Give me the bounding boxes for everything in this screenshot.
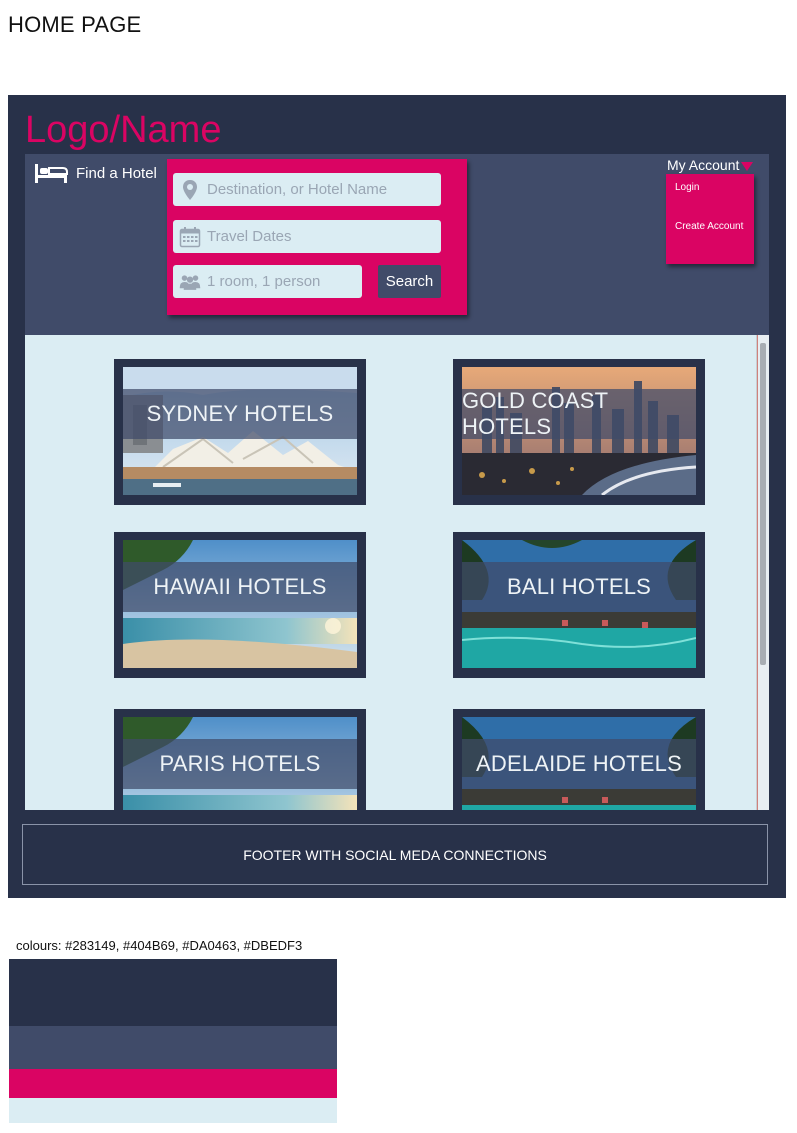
destination-card-sydney[interactable]: SYDNEY HOTELS <box>114 359 366 505</box>
site-frame: Logo/Name Find a Hotel Destination, or H… <box>8 95 786 898</box>
guests-input[interactable]: 1 room, 1 person <box>173 265 362 298</box>
bed-icon <box>35 164 68 183</box>
destination-card-label: GOLD COAST HOTELS <box>462 388 696 439</box>
destination-card-adelaide[interactable]: ADELAIDE HOTELS <box>453 709 705 810</box>
destination-card-label: HAWAII HOTELS <box>123 562 357 612</box>
swatch-slate <box>9 1026 337 1069</box>
guests-placeholder: 1 room, 1 person <box>207 273 321 290</box>
travel-dates-input[interactable]: Travel Dates <box>173 220 441 253</box>
menu-item-create-account[interactable]: Create Account <box>675 221 743 232</box>
location-pin-icon <box>179 179 201 201</box>
site-logo[interactable]: Logo/Name <box>25 109 221 152</box>
page-heading: HOME PAGE <box>8 12 142 37</box>
swatch-magenta <box>9 1069 337 1098</box>
destination-card-gold-coast[interactable]: GOLD COAST HOTELS <box>453 359 705 505</box>
swatch-light-blue <box>9 1098 337 1123</box>
search-panel: Destination, or Hotel Name Travel Dates … <box>167 159 467 315</box>
destination-card-label: PARIS HOTELS <box>123 739 357 789</box>
footer: FOOTER WITH SOCIAL MEDA CONNECTIONS <box>22 824 768 885</box>
palette-label: colours: #283149, #404B69, #DA0463, #DBE… <box>16 938 303 953</box>
destination-card-label: SYDNEY HOTELS <box>123 389 357 439</box>
people-icon <box>179 271 201 293</box>
destination-placeholder: Destination, or Hotel Name <box>207 181 388 198</box>
find-hotel-label: Find a Hotel <box>76 164 157 182</box>
destination-card-bali[interactable]: BALI HOTELS <box>453 532 705 678</box>
account-dropdown-menu: Login Create Account <box>666 174 754 264</box>
my-account-toggle[interactable]: My Account <box>667 157 754 173</box>
destinations-grid: SYDNEY HOTELS GOLD COAST HOTELS HAWAII H… <box>25 335 769 810</box>
destination-card-hawaii[interactable]: HAWAII HOTELS <box>114 532 366 678</box>
destination-card-paris[interactable]: PARIS HOTELS <box>114 709 366 810</box>
scrollbar-thumb[interactable] <box>760 343 766 665</box>
calendar-icon <box>179 226 201 248</box>
destination-card-label: BALI HOTELS <box>462 562 696 612</box>
search-button[interactable]: Search <box>378 265 441 298</box>
scrollbar-edge <box>757 335 758 810</box>
destination-card-label: ADELAIDE HOTELS <box>462 739 696 789</box>
travel-dates-placeholder: Travel Dates <box>207 228 292 245</box>
search-band: Find a Hotel Destination, or Hotel Name … <box>25 154 769 335</box>
destination-input[interactable]: Destination, or Hotel Name <box>173 173 441 206</box>
swatch-navy <box>9 959 337 1026</box>
menu-item-login[interactable]: Login <box>675 182 699 193</box>
vertical-scrollbar[interactable] <box>756 335 769 810</box>
my-account-label: My Account <box>667 157 740 173</box>
find-hotel-heading: Find a Hotel <box>34 162 157 184</box>
caret-down-icon <box>741 161 754 171</box>
